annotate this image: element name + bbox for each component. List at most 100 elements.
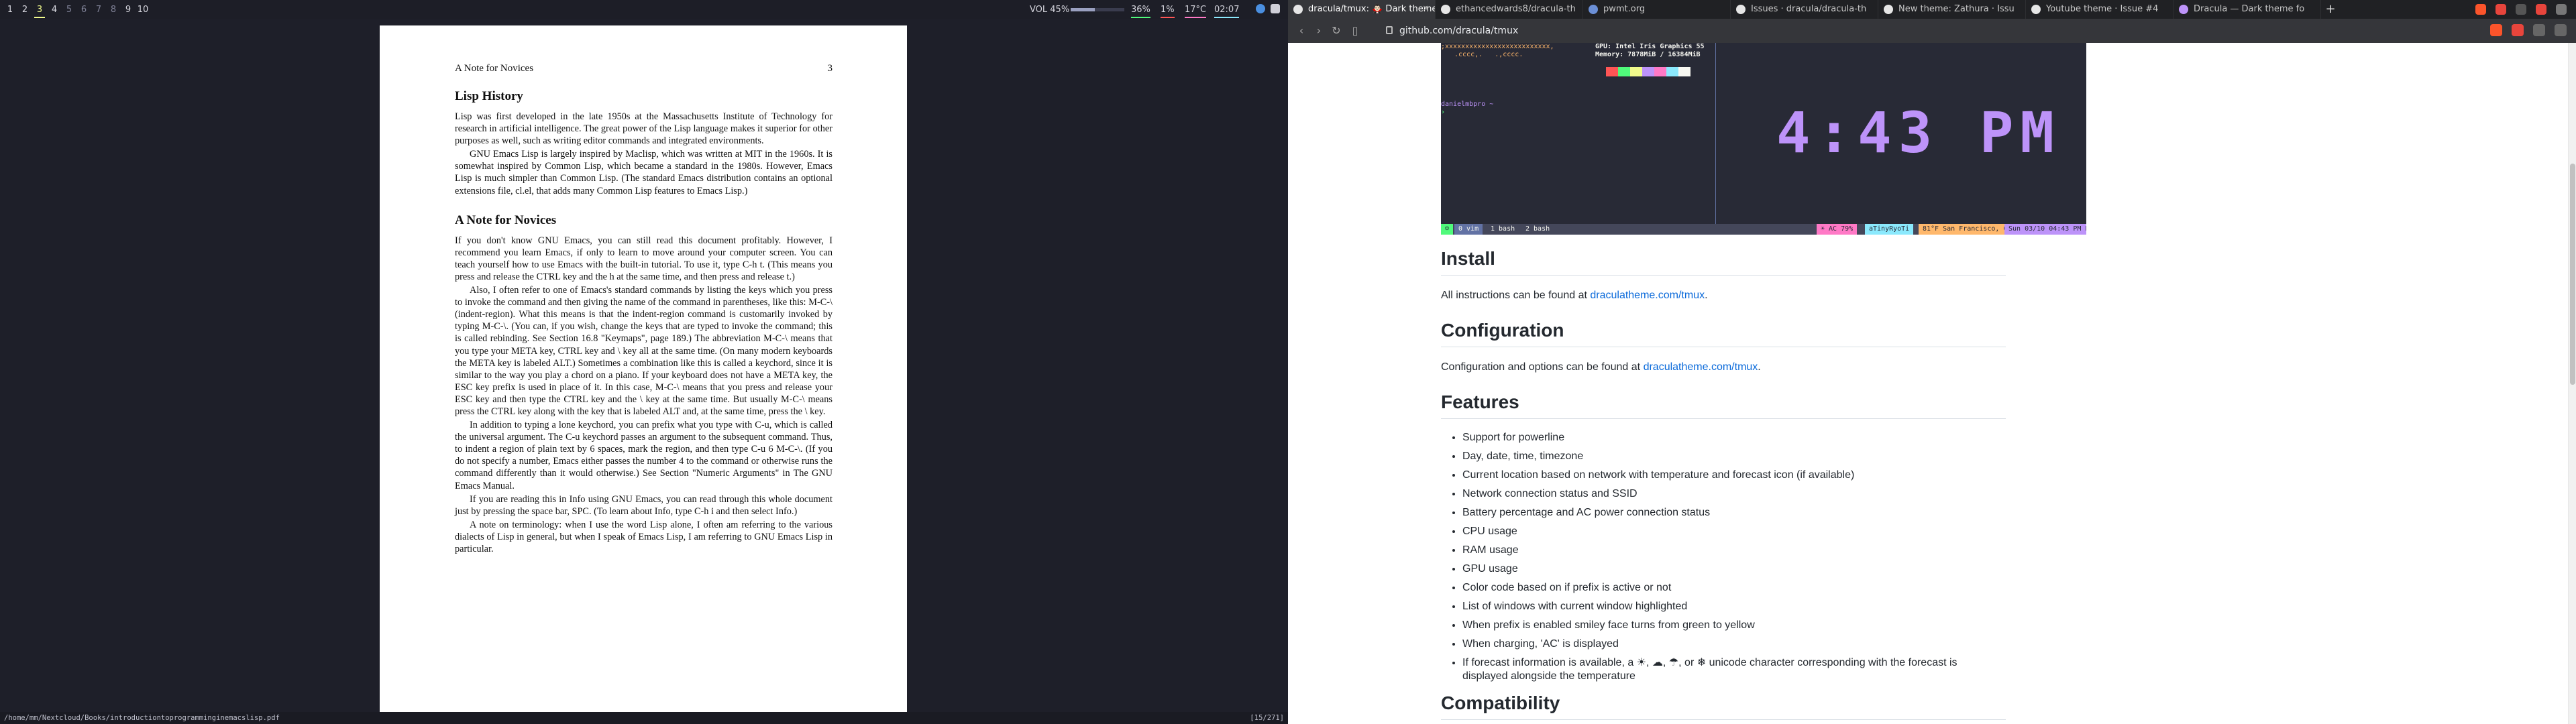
tab-label: New theme: Zathura · Issu: [1898, 4, 2015, 14]
pdf-paragraph: Lisp was first developed in the late 195…: [455, 111, 833, 147]
notification-icon[interactable]: [2496, 4, 2506, 15]
bookmark-icon[interactable]: ▯: [1348, 24, 1362, 38]
list-item: Support for powerline: [1462, 431, 2006, 444]
scrollbar-thumb[interactable]: [2570, 164, 2575, 385]
github-icon: [1736, 5, 1746, 14]
list-item: Day, date, time, timezone: [1462, 450, 2006, 463]
memory-info: Memory: 7878MiB / 16384MiB: [1595, 51, 1701, 58]
list-item: Current location based on network with t…: [1462, 469, 2006, 482]
tab-new-theme-zathura[interactable]: New theme: Zathura · Issu: [1878, 0, 2026, 19]
tab-label: pwmt.org: [1603, 4, 1646, 14]
tab-dracula-site[interactable]: Dracula — Dark theme fo: [2174, 0, 2321, 19]
discord-icon[interactable]: [1271, 4, 1280, 13]
neofetch-logo-line: ;xxxxxxxxxxxxxxxxxxxxxxxxxx,: [1441, 43, 1554, 50]
tab-issues[interactable]: Issues · dracula/dracula-th: [1731, 0, 1878, 19]
palette-swatch: [1666, 67, 1678, 76]
volume-bar[interactable]: [1071, 8, 1124, 11]
cpu-value: 36%: [1131, 5, 1150, 15]
running-head-page: 3: [827, 63, 833, 74]
github-icon: [2031, 5, 2041, 14]
tmux-weather: 81°F San Francisco, CA: [1919, 224, 2016, 235]
tab-label: dracula/tmux: 🧛🏻‍♂️ Dark theme fo: [1308, 4, 1436, 14]
url-text: github.com/dracula/tmux: [1399, 25, 1519, 36]
color-palette: [1594, 67, 1690, 76]
forecast-feature-text: If forecast information is available, a …: [1462, 657, 1957, 668]
pdf-paragraph: If you don't know GNU Emacs, you can sti…: [455, 235, 833, 282]
pdf-paragraph: GNU Emacs Lisp is largely inspired by Ma…: [455, 149, 833, 196]
gpu-info: GPU: Intel Iris Graphics 55: [1595, 43, 1705, 50]
list-item: Color code based on if prefix is active …: [1462, 581, 2006, 595]
workspace-3[interactable]: 3: [32, 0, 47, 19]
list-item: Battery percentage and AC power connecti…: [1462, 506, 2006, 520]
new-tab-button[interactable]: +: [2321, 0, 2340, 19]
network-icon[interactable]: [1256, 4, 1265, 13]
profile-icon[interactable]: [2555, 24, 2567, 36]
back-icon[interactable]: ‹: [1295, 24, 1308, 38]
workspace-6[interactable]: 6: [76, 0, 91, 19]
list-item: GPU usage: [1462, 562, 2006, 576]
palette-swatch: [1594, 67, 1606, 76]
tab-pwmt[interactable]: pwmt.org: [1583, 0, 1731, 19]
rewards-icon[interactable]: [2512, 24, 2524, 36]
temperature-module: 17°C: [1185, 0, 1207, 19]
menu-icon[interactable]: [2556, 4, 2567, 15]
tmux-window: 2 bash: [1525, 225, 1550, 233]
volume-bar-fill: [1071, 8, 1095, 11]
palette-swatch: [1678, 67, 1690, 76]
list-item: List of windows with current window high…: [1462, 600, 2006, 613]
github-icon: [1293, 5, 1303, 14]
configuration-heading: Configuration: [1441, 320, 2006, 347]
scrollbar[interactable]: [2568, 43, 2576, 724]
tab-ethancedwards8[interactable]: ethancedwards8/dracula-th: [1436, 0, 1583, 19]
palette-swatch: [1618, 67, 1630, 76]
brave-shield-icon[interactable]: [2475, 4, 2486, 15]
close-icon[interactable]: ✕: [1422, 0, 1430, 19]
configuration-paragraph: Configuration and options can be found a…: [1441, 361, 1761, 373]
tmux-window: 0 vim: [1454, 224, 1483, 235]
zathura-statusbar: /home/mm/Nextcloud/Books/introductiontop…: [0, 712, 1288, 724]
install-link[interactable]: draculatheme.com/tmux: [1590, 290, 1705, 301]
section-heading: A Note for Novices: [455, 213, 557, 227]
extensions-icon[interactable]: [2533, 24, 2545, 36]
cpu-module: 36%: [1131, 0, 1150, 19]
tab-dracula-tmux[interactable]: dracula/tmux: 🧛🏻‍♂️ Dark theme fo ✕: [1288, 0, 1436, 19]
install-text: All instructions can be found at: [1441, 290, 1591, 301]
extension-icon[interactable]: [2536, 4, 2546, 15]
window-controls-icon[interactable]: [2516, 4, 2526, 15]
list-item: RAM usage: [1462, 544, 2006, 557]
workspace-7[interactable]: 7: [91, 0, 106, 19]
volume-label[interactable]: VOL 45%: [1030, 0, 1069, 19]
pdf-paragraph: If you are reading this in Info using GN…: [455, 493, 833, 517]
reload-icon[interactable]: ↻: [1330, 24, 1343, 38]
palette-swatch: [1630, 67, 1642, 76]
memory-module: 1%: [1161, 0, 1175, 19]
github-icon: [1441, 5, 1450, 14]
url-input[interactable]: github.com/dracula/tmux: [1382, 22, 2388, 40]
prompt-user: danielmbpro ~: [1441, 101, 1494, 108]
tab-youtube-theme[interactable]: Youtube theme · Issue #4: [2026, 0, 2174, 19]
palette-swatch: [1642, 67, 1654, 76]
list-item: CPU usage: [1462, 525, 2006, 538]
workspace-4[interactable]: 4: [47, 0, 62, 19]
workspace-5[interactable]: 5: [62, 0, 76, 19]
workspace-9[interactable]: 9: [121, 0, 136, 19]
forward-icon[interactable]: ›: [1312, 24, 1326, 38]
tmux-network: aTinyRyoTi: [1865, 224, 1914, 235]
forecast-feature-text: displayed alongside the temperature: [1462, 670, 1635, 682]
workspace-2[interactable]: 2: [17, 0, 32, 19]
page-indicator: [15/271]: [1250, 714, 1284, 722]
running-head-title: A Note for Novices: [455, 63, 534, 74]
lock-icon: [1386, 26, 1393, 34]
configuration-link[interactable]: draculatheme.com/tmux: [1644, 361, 1758, 373]
extension-icons: [2475, 0, 2576, 19]
features-heading: Features: [1441, 391, 2006, 419]
features-list: Support for powerline Day, date, time, t…: [1441, 431, 2006, 683]
workspace-8[interactable]: 8: [106, 0, 121, 19]
terminal-left-pane: ;xxxxxxxxxxxxxxxxxxxxxxxxxx, .cccc,. .,c…: [1441, 43, 1716, 224]
workspace-10[interactable]: 10: [136, 0, 150, 19]
workspace-1[interactable]: 1: [3, 0, 17, 19]
tmux-datetime: Sun 03/10 04:43 PM PDT: [2004, 224, 2086, 235]
tmux-window: 1 bash: [1491, 225, 1515, 233]
temperature-value: 17°C: [1185, 5, 1207, 15]
brave-icon[interactable]: [2490, 24, 2502, 36]
